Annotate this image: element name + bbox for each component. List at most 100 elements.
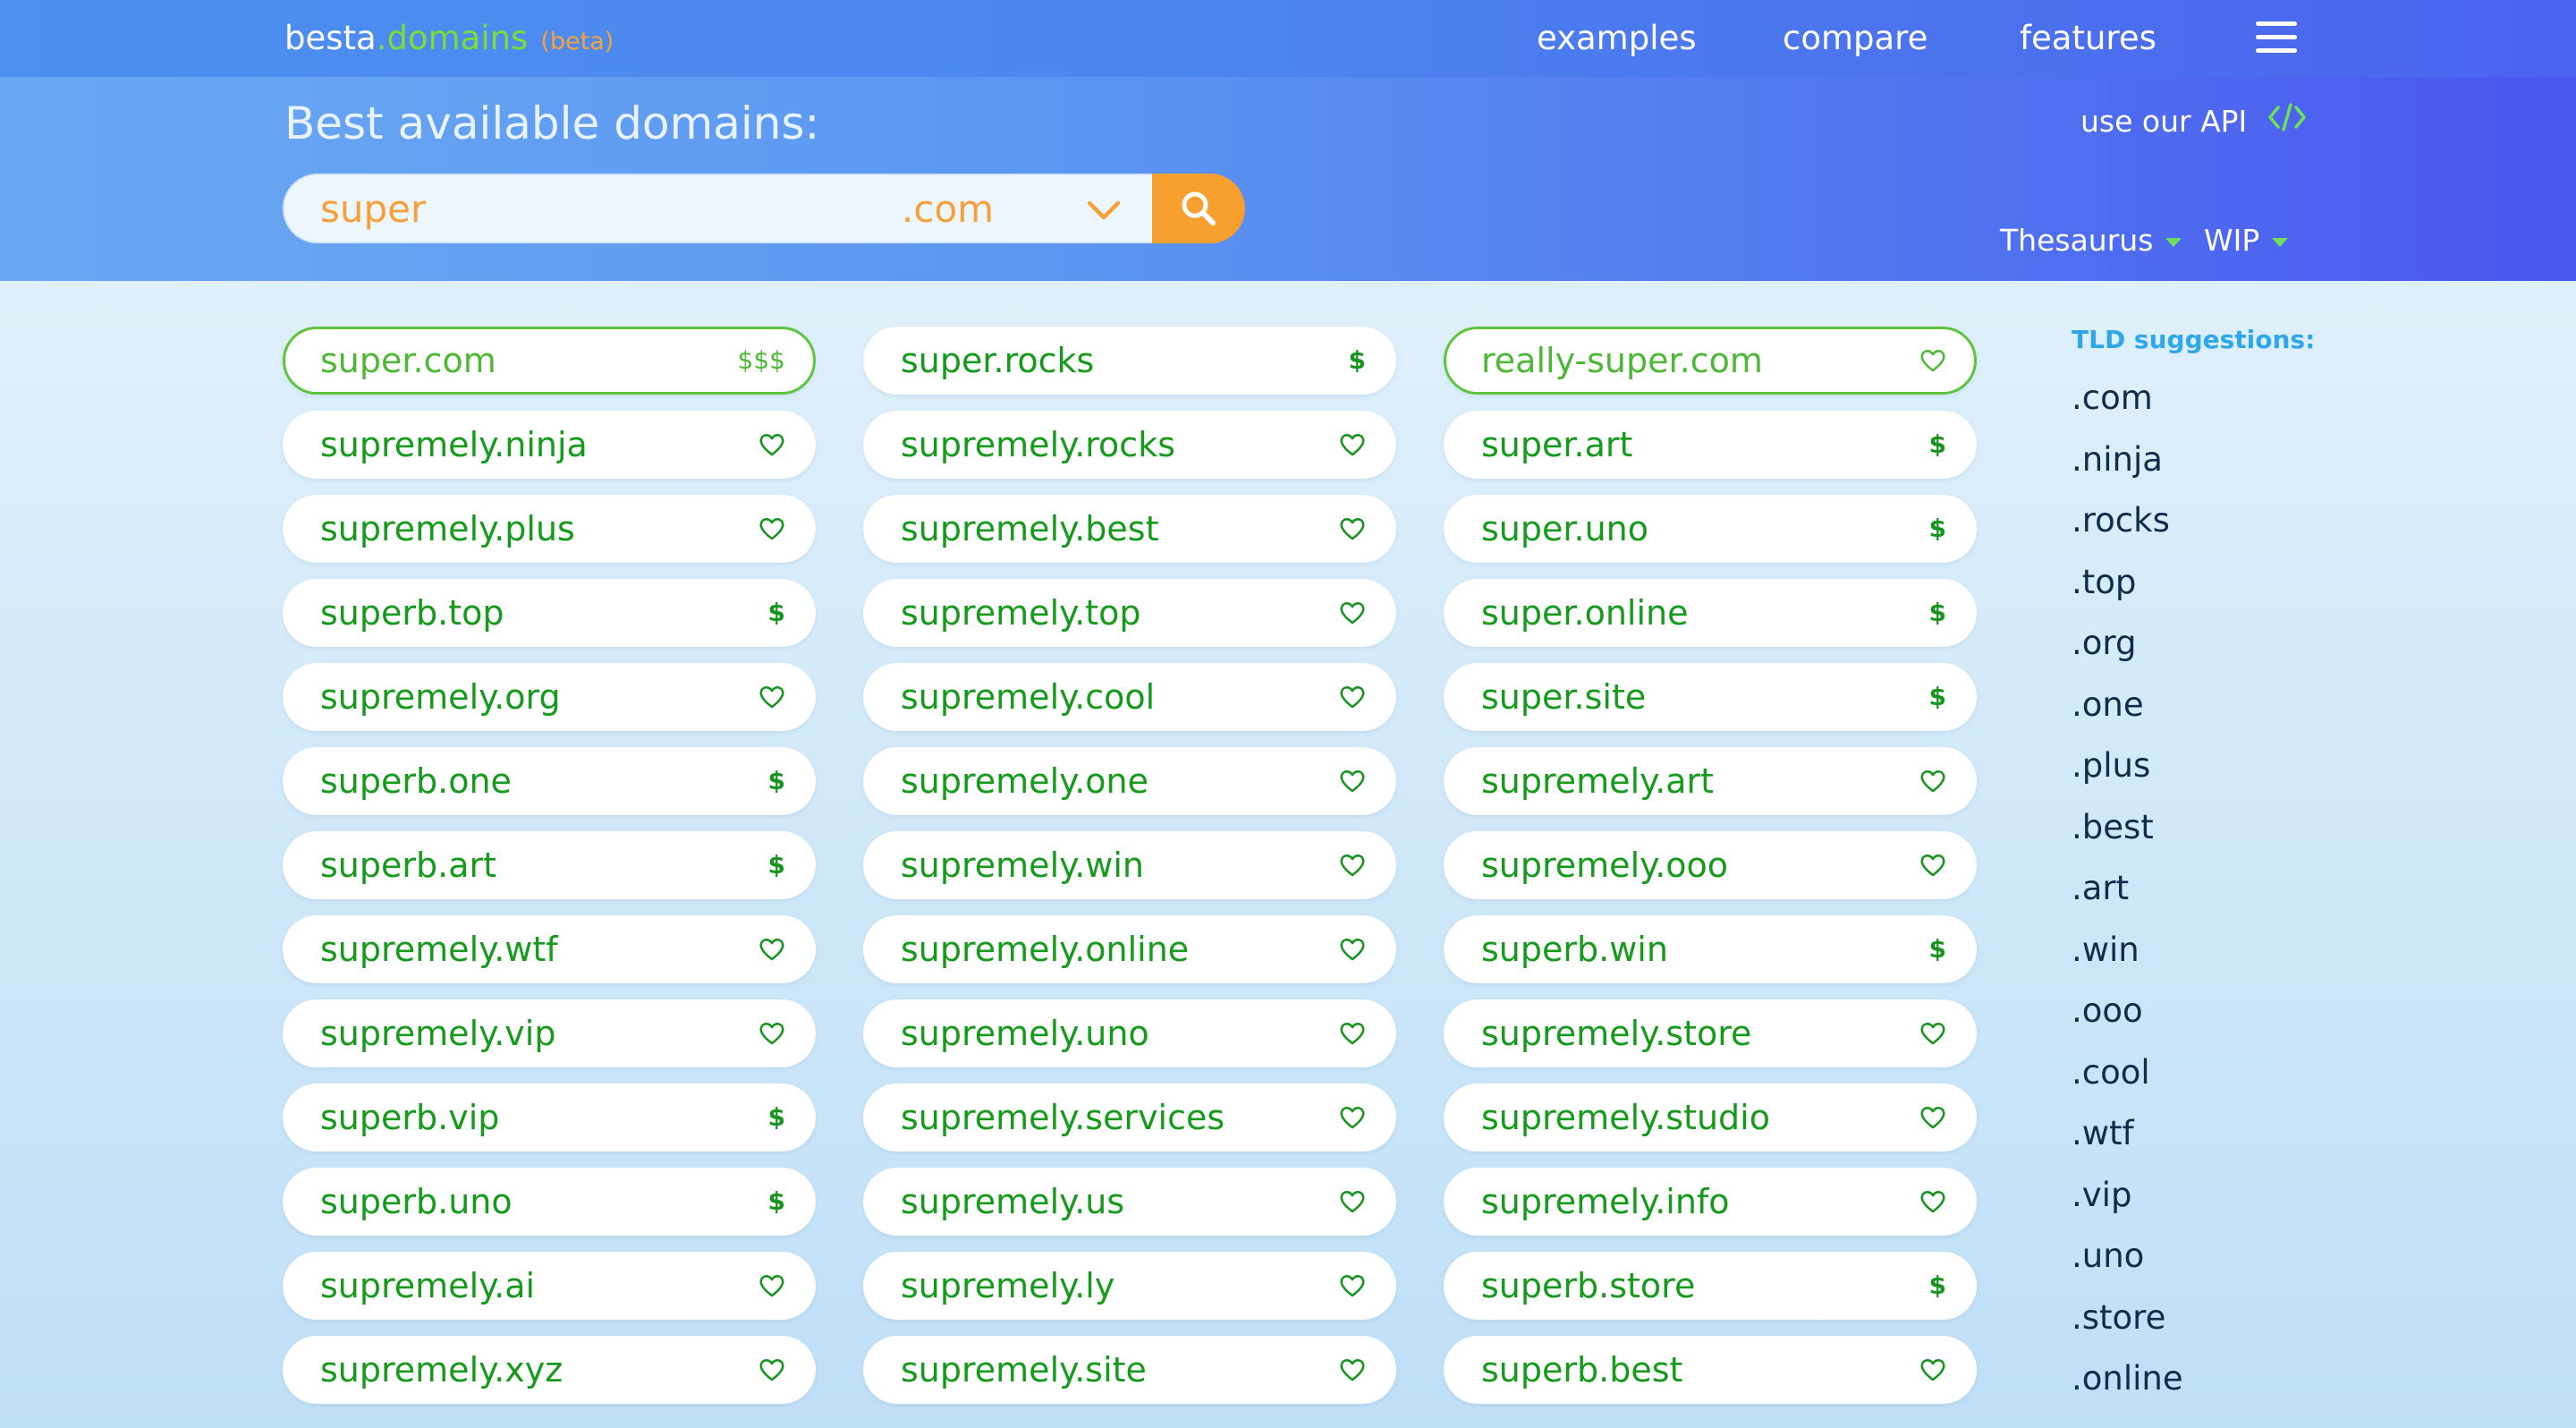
domain-name[interactable]: supremely.art [1481, 759, 1714, 803]
search-button[interactable] [1152, 174, 1245, 243]
domain-result-card[interactable]: supremely.org [283, 663, 816, 731]
heart-icon[interactable] [1339, 600, 1366, 625]
tld-suggestion-item[interactable]: .cool [2072, 1051, 2150, 1094]
tld-suggestion-item[interactable]: .store [2072, 1296, 2165, 1339]
domain-result-card[interactable]: supremely.art [1444, 747, 1977, 815]
domain-name[interactable]: superb.art [320, 843, 496, 888]
tld-suggestion-item[interactable]: .rocks [2072, 499, 2170, 542]
domain-result-card[interactable]: supremely.rocks [863, 411, 1396, 479]
domain-result-card[interactable]: supremely.site [863, 1336, 1396, 1404]
tld-suggestion-item[interactable]: .online [2072, 1357, 2183, 1400]
nav-compare[interactable]: compare [1783, 16, 1928, 61]
domain-name[interactable]: supremely.ooo [1481, 843, 1728, 888]
domain-result-card[interactable]: supremely.services [863, 1084, 1396, 1152]
domain-name[interactable]: superb.uno [320, 1179, 513, 1224]
domain-result-card[interactable]: super.online $ [1444, 579, 1977, 647]
tld-suggestion-item[interactable]: .best [2072, 806, 2154, 849]
heart-icon[interactable] [758, 937, 785, 962]
domain-result-card[interactable]: super.site $ [1444, 663, 1977, 731]
nav-examples[interactable]: examples [1537, 16, 1697, 61]
hamburger-menu-icon[interactable] [2256, 21, 2297, 54]
tld-suggestion-item[interactable]: .org [2072, 622, 2136, 665]
domain-result-card[interactable]: supremely.wtf [283, 915, 816, 983]
domain-name[interactable]: supremely.ninja [320, 422, 588, 467]
domain-name[interactable]: supremely.ly [901, 1263, 1114, 1308]
domain-name[interactable]: superb.store [1481, 1263, 1695, 1308]
domain-name[interactable]: supremely.cool [901, 675, 1155, 719]
domain-result-card[interactable]: supremely.studio [1444, 1084, 1977, 1152]
domain-name[interactable]: superb.win [1481, 927, 1668, 972]
tld-suggestion-item[interactable]: .uno [2072, 1235, 2144, 1278]
heart-icon[interactable] [1919, 348, 1946, 373]
chevron-down-icon[interactable] [1086, 195, 1122, 225]
heart-icon[interactable] [758, 432, 785, 457]
heart-icon[interactable] [758, 684, 785, 710]
domain-name[interactable]: supremely.us [901, 1179, 1124, 1224]
domain-name[interactable]: supremely.org [320, 675, 561, 719]
heart-icon[interactable] [758, 1021, 785, 1046]
domain-result-card[interactable]: supremely.one [863, 747, 1396, 815]
domain-result-card[interactable]: superb.one $ [283, 747, 816, 815]
domain-name[interactable]: super.art [1481, 422, 1632, 467]
domain-result-card[interactable]: superb.vip $ [283, 1084, 816, 1152]
heart-icon[interactable] [1919, 769, 1946, 794]
tld-suggestion-item[interactable]: .ninja [2072, 438, 2163, 481]
domain-name[interactable]: supremely.studio [1481, 1095, 1770, 1140]
domain-name[interactable]: supremely.top [901, 591, 1141, 635]
tld-suggestion-item[interactable]: .ooo [2072, 990, 2143, 1033]
domain-result-card[interactable]: supremely.plus [283, 495, 816, 563]
domain-result-card[interactable]: super.com $$$ [283, 327, 816, 395]
domain-name[interactable]: superb.best [1481, 1347, 1682, 1392]
domain-name[interactable]: super.site [1481, 675, 1646, 719]
domain-name[interactable]: supremely.wtf [320, 927, 558, 972]
tld-suggestion-item[interactable]: .one [2072, 684, 2144, 727]
domain-result-card[interactable]: supremely.ninja [283, 411, 816, 479]
heart-icon[interactable] [1919, 1357, 1946, 1382]
thesaurus-filter[interactable]: Thesaurus [2000, 220, 2182, 261]
heart-icon[interactable] [1339, 516, 1366, 541]
heart-icon[interactable] [1339, 1357, 1366, 1382]
domain-name[interactable]: superb.vip [320, 1095, 499, 1140]
heart-icon[interactable] [758, 516, 785, 541]
heart-icon[interactable] [758, 1273, 785, 1298]
brand-logo[interactable]: besta.domains (beta) [284, 16, 614, 61]
heart-icon[interactable] [758, 1357, 785, 1382]
domain-result-card[interactable]: supremely.vip [283, 999, 816, 1067]
domain-name[interactable]: superb.top [320, 591, 504, 635]
nav-features[interactable]: features [2020, 16, 2157, 61]
domain-result-card[interactable]: supremely.xyz [283, 1336, 816, 1404]
tld-suggestion-item[interactable]: .wtf [2072, 1112, 2134, 1155]
wip-filter[interactable]: WIP [2204, 220, 2289, 261]
domain-name[interactable]: supremely.ai [320, 1263, 535, 1308]
domain-name[interactable]: supremely.win [901, 843, 1144, 888]
domain-result-card[interactable]: supremely.store [1444, 999, 1977, 1067]
domain-result-card[interactable]: supremely.cool [863, 663, 1396, 731]
domain-name[interactable]: supremely.plus [320, 506, 575, 551]
tld-suggestion-item[interactable]: .vip [2072, 1174, 2131, 1217]
domain-name[interactable]: supremely.rocks [901, 422, 1175, 467]
domain-result-card[interactable]: supremely.ly [863, 1252, 1396, 1320]
search-input[interactable]: super .com [283, 174, 1154, 243]
domain-result-card[interactable]: super.art $ [1444, 411, 1977, 479]
heart-icon[interactable] [1339, 1105, 1366, 1130]
domain-result-card[interactable]: supremely.ai [283, 1252, 816, 1320]
tld-suggestion-item[interactable]: .com [2072, 377, 2153, 420]
domain-result-card[interactable]: supremely.uno [863, 999, 1396, 1067]
domain-result-card[interactable]: really-super.com [1444, 327, 1977, 395]
domain-result-card[interactable]: supremely.ooo [1444, 831, 1977, 899]
domain-name[interactable]: supremely.xyz [320, 1347, 563, 1392]
domain-name[interactable]: super.uno [1481, 506, 1648, 551]
domain-result-card[interactable]: superb.uno $ [283, 1168, 816, 1236]
tld-suggestion-item[interactable]: .plus [2072, 744, 2150, 787]
domain-result-card[interactable]: superb.store $ [1444, 1252, 1977, 1320]
domain-name[interactable]: supremely.services [901, 1095, 1224, 1140]
domain-result-card[interactable]: superb.top $ [283, 579, 816, 647]
heart-icon[interactable] [1339, 937, 1366, 962]
domain-result-card[interactable]: superb.best [1444, 1336, 1977, 1404]
domain-name[interactable]: supremely.online [901, 927, 1189, 972]
domain-result-card[interactable]: supremely.us [863, 1168, 1396, 1236]
heart-icon[interactable] [1919, 1105, 1946, 1130]
domain-name[interactable]: supremely.uno [901, 1011, 1149, 1056]
domain-name[interactable]: supremely.one [901, 759, 1148, 803]
domain-name[interactable]: supremely.best [901, 506, 1158, 551]
